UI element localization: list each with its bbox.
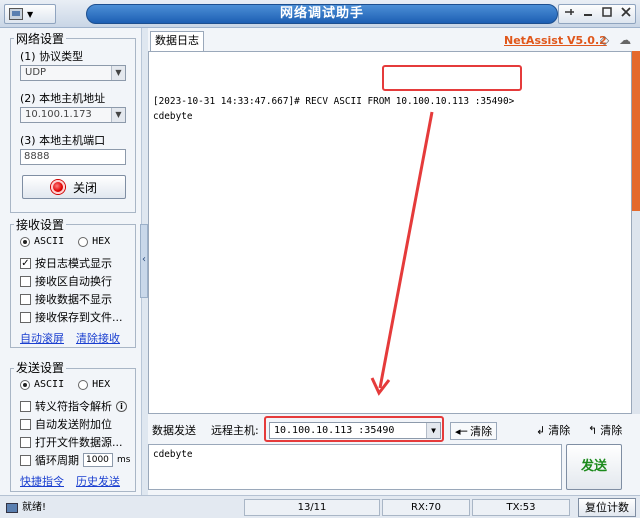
pin-icon[interactable] bbox=[560, 5, 578, 23]
status-count: 13/11 bbox=[244, 499, 380, 516]
escape-checkbox[interactable] bbox=[20, 400, 31, 412]
corner-arrow-icon: ↲ bbox=[536, 423, 546, 437]
cloud-icon[interactable]: ☁ bbox=[619, 33, 631, 47]
clear-recv-link[interactable]: 清除接收 bbox=[76, 330, 120, 346]
auto-wrap-checkbox[interactable] bbox=[20, 275, 31, 287]
host-port-label: (3) 本地主机端口 bbox=[20, 134, 106, 147]
loop-row: 循环周期 1000 ms bbox=[20, 452, 130, 468]
status-ready: 就绪! bbox=[6, 499, 46, 516]
no-display-checkbox[interactable] bbox=[20, 293, 31, 305]
status-bar: 就绪! 13/11 RX:70 TX:53 复位计数 bbox=[0, 495, 640, 518]
protocol-label: (1) 协议类型 bbox=[20, 50, 84, 63]
log-line: cdebyte bbox=[153, 111, 193, 122]
protocol-select[interactable]: UDP ▼ bbox=[20, 65, 126, 81]
recv-format-row: ASCII HEX bbox=[20, 236, 110, 247]
status-icon bbox=[6, 502, 18, 513]
no-display-row: 接收数据不显示 bbox=[20, 291, 112, 307]
collapse-panel-handle[interactable]: ‹ bbox=[140, 224, 148, 298]
log-line: [2023-10-31 14:33:47.667]# RECV ASCII FR… bbox=[153, 96, 515, 107]
clear-send-button[interactable]: ↲ 清除 bbox=[536, 422, 570, 438]
annotation-highlight-recv bbox=[382, 65, 522, 91]
recv-ascii-radio[interactable] bbox=[20, 236, 30, 247]
receive-log[interactable]: [2023-10-31 14:33:47.667]# RECV ASCII FR… bbox=[148, 51, 632, 414]
status-tx: TX:53 bbox=[472, 499, 570, 516]
loop-period-input[interactable]: 1000 bbox=[83, 453, 113, 467]
save-file-checkbox[interactable] bbox=[20, 311, 31, 323]
host-addr-select[interactable]: 10.100.1.173 ▼ bbox=[20, 107, 126, 123]
chevron-left-icon: ‹ bbox=[142, 254, 146, 265]
clear-all-button[interactable]: ↰ 清除 bbox=[588, 422, 622, 438]
auto-append-checkbox[interactable] bbox=[20, 418, 31, 430]
window-controls bbox=[558, 4, 636, 24]
info-icon[interactable]: i bbox=[116, 400, 127, 412]
arrow-left-icon: ◂─ bbox=[455, 424, 468, 438]
reset-count-button[interactable]: 复位计数 bbox=[578, 498, 636, 517]
recv-settings-title: 接收设置 bbox=[14, 216, 67, 233]
clear-remote-button[interactable]: ◂─ 清除 bbox=[450, 422, 498, 440]
net-settings-title: 网络设置 bbox=[14, 30, 67, 47]
brand-icons: ◇ ☁ bbox=[600, 33, 631, 47]
history-link[interactable]: 历史发送 bbox=[76, 473, 120, 489]
maximize-icon[interactable] bbox=[598, 5, 616, 23]
status-rx: RX:70 bbox=[382, 499, 470, 516]
send-button[interactable]: 发送 bbox=[566, 444, 622, 490]
send-settings-title: 发送设置 bbox=[14, 359, 67, 376]
log-mode-checkbox[interactable]: ✓ bbox=[20, 257, 31, 269]
recv-links-row: 自动滚屏 清除接收 bbox=[20, 330, 120, 346]
tab-data-log[interactable]: 数据日志 bbox=[150, 31, 204, 51]
minimize-icon[interactable] bbox=[579, 5, 597, 23]
scrollbar-thumb[interactable] bbox=[632, 51, 640, 211]
tab-data-send[interactable]: 数据发送 bbox=[152, 422, 196, 438]
app-icon bbox=[9, 8, 23, 20]
chevron-down-icon: ▼ bbox=[111, 66, 125, 80]
log-scrollbar[interactable] bbox=[632, 51, 640, 414]
send-format-row: ASCII HEX bbox=[20, 379, 110, 390]
send-links-row: 快捷指令 历史发送 bbox=[20, 473, 120, 489]
close-connection-button[interactable]: 关闭 bbox=[22, 175, 126, 199]
shortcuts-link[interactable]: 快捷指令 bbox=[20, 473, 64, 489]
menu-arrow-icon: ▼ bbox=[27, 9, 34, 19]
open-file-row: 打开文件数据源... bbox=[20, 434, 123, 450]
settings-panel: 网络设置 (1) 协议类型 UDP ▼ (2) 本地主机地址 10.100.1.… bbox=[0, 28, 142, 495]
brand-link[interactable]: NetAssist V5.0.2 bbox=[504, 34, 607, 47]
escape-row: 转义符指令解析 i bbox=[20, 398, 127, 414]
save-file-row: 接收保存到文件... bbox=[20, 309, 123, 325]
host-port-input[interactable]: 8888 bbox=[20, 149, 126, 165]
close-icon[interactable] bbox=[617, 5, 635, 23]
corner-up-icon: ↰ bbox=[588, 423, 598, 437]
host-addr-label: (2) 本地主机地址 bbox=[20, 92, 106, 105]
log-mode-row: ✓ 按日志模式显示 bbox=[20, 257, 112, 270]
title-bar: ▼ 网络调试助手 bbox=[0, 0, 640, 28]
chevron-down-icon: ▼ bbox=[111, 108, 125, 122]
send-hex-radio[interactable] bbox=[78, 379, 89, 390]
annotation-highlight-remote bbox=[264, 416, 444, 442]
auto-scroll-link[interactable]: 自动滚屏 bbox=[20, 330, 64, 346]
recv-hex-radio[interactable] bbox=[78, 236, 89, 247]
send-ascii-radio[interactable] bbox=[20, 379, 30, 390]
loop-checkbox[interactable] bbox=[20, 454, 31, 466]
send-input[interactable]: cdebyte bbox=[148, 444, 562, 490]
connection-status-icon bbox=[50, 180, 65, 194]
window-title: 网络调试助手 bbox=[86, 4, 558, 24]
open-file-checkbox[interactable] bbox=[20, 436, 31, 448]
remote-host-label: 远程主机: bbox=[211, 424, 259, 437]
auto-wrap-row: 接收区自动换行 bbox=[20, 273, 112, 289]
diamond-icon[interactable]: ◇ bbox=[600, 33, 609, 47]
auto-append-row: 自动发送附加位 bbox=[20, 416, 112, 432]
system-menu-button[interactable]: ▼ bbox=[4, 4, 56, 24]
